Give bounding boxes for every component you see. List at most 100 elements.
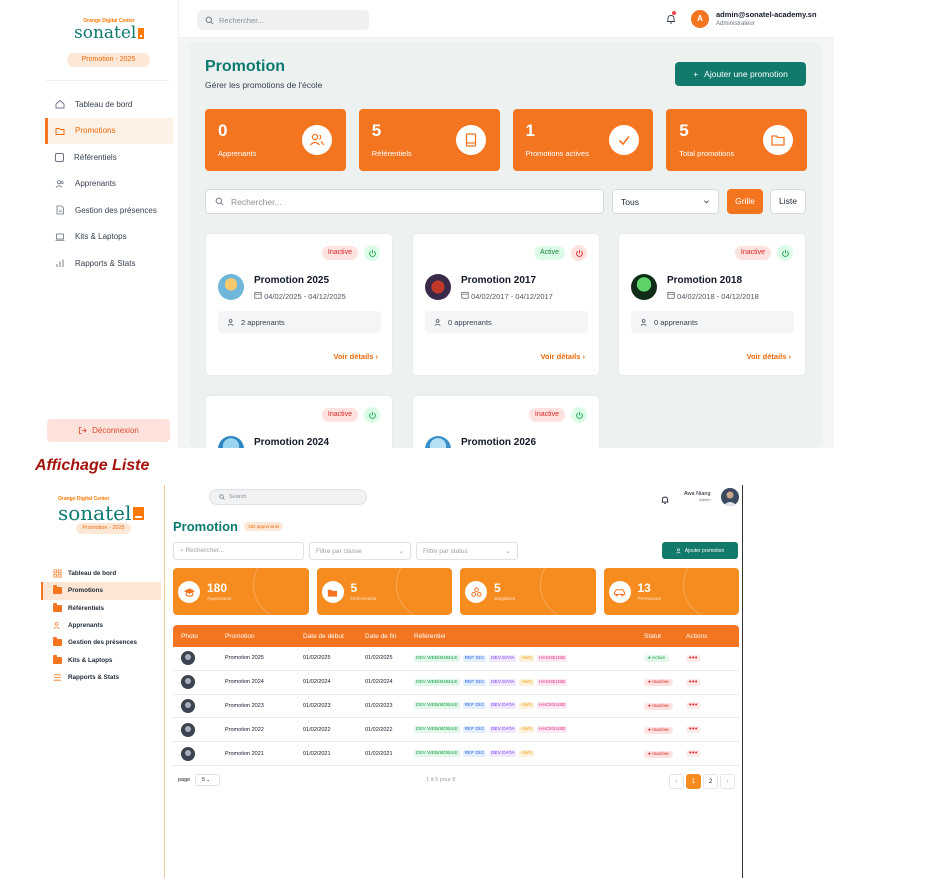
home-icon	[55, 100, 65, 109]
laptop-icon	[55, 233, 65, 241]
sidebar-item-rapports[interactable]: Rapports & Stats	[41, 669, 161, 686]
view-details-link[interactable]: Voir détails ›	[334, 352, 378, 361]
search-placeholder: Rechercher...	[231, 196, 282, 207]
promotion-card[interactable]: Active Promotion 2017 04/02/2017 - 04/12…	[412, 233, 600, 376]
view-details-link[interactable]: Voir détails ›	[747, 352, 791, 361]
list-view-toggle[interactable]: Liste	[770, 189, 806, 214]
power-toggle-button[interactable]	[571, 407, 587, 423]
sidebar-item-apprenants[interactable]: Apprenants	[41, 617, 161, 634]
bell-icon	[661, 496, 669, 504]
orange-logo-icon	[133, 506, 144, 520]
folder-icon	[321, 581, 344, 603]
more-actions-button[interactable]: •••	[686, 726, 701, 734]
sidebar-item-apprenants[interactable]: Apprenants	[45, 171, 173, 198]
stat-value: 5	[371, 121, 382, 140]
sidebar-item-label: Rapports & Stats	[68, 673, 120, 681]
promotion-card[interactable]: Inactive Promotion 2026	[412, 395, 600, 448]
power-toggle-button[interactable]	[364, 245, 380, 261]
user-info: Awa Niang Admin	[684, 491, 711, 502]
sidebar-item-promotions[interactable]: Promotions	[45, 117, 173, 144]
sidebar-item-presences[interactable]: Gestion des présences	[45, 197, 173, 224]
table-row[interactable]: Promotion 2022 01/02/2022 01/02/2022 DEV…	[173, 718, 739, 743]
referentiel-tag: HACKEUSE	[537, 678, 568, 686]
promotion-photo	[181, 675, 195, 690]
page-button-1[interactable]: 1	[686, 774, 701, 789]
search-input[interactable]: Search	[209, 489, 367, 505]
page-button-2[interactable]: 2	[703, 774, 718, 789]
referentiel-tags: DEV WEB/MOBILE REF DIG DEV DATA AWS HACK…	[414, 654, 644, 662]
sidebar-item-presences[interactable]: Gestion des présences	[41, 634, 161, 651]
sidebar-item-kits[interactable]: Kits & Laptops	[45, 224, 173, 251]
grid-view-toggle[interactable]: Grille	[727, 189, 763, 214]
promotion-card[interactable]: Inactive Promotion 2025 04/02/2025 - 04/…	[205, 233, 393, 376]
stat-label: Permanant	[637, 597, 661, 602]
sidebar-item-label: Gestion des présences	[68, 639, 137, 647]
promotion-photo	[218, 274, 244, 300]
table-row[interactable]: Promotion 2023 01/02/2023 01/02/2023 DEV…	[173, 694, 739, 719]
main-content: Promotion Gérer les promotions de l'écol…	[189, 42, 821, 448]
stats-row: 0 Apprenants 5 Référentiels 1 Promotions…	[205, 109, 807, 171]
start-date: 01/02/2022	[303, 726, 331, 733]
table-row[interactable]: Promotion 2025 01/02/2025 01/02/2025 DEV…	[173, 647, 739, 671]
promotion-name: Promotion 2023	[225, 702, 264, 709]
promotion-card[interactable]: Inactive Promotion 2024	[205, 395, 393, 448]
view-details-link[interactable]: Voir détails ›	[541, 352, 585, 361]
results-count: 1 à 5 pour 8	[426, 777, 456, 783]
more-actions-button[interactable]: •••	[686, 750, 701, 758]
referentiel-tags: DEV WEB/MOBILE REF DIG DEV DATA AWS HACK…	[414, 678, 644, 686]
sidebar-item-promotions[interactable]: Promotions	[41, 582, 161, 600]
user-photo-icon	[723, 491, 737, 506]
promotion-photo	[425, 436, 451, 448]
power-toggle-button[interactable]	[777, 245, 793, 261]
status-select[interactable]: Tous	[612, 189, 719, 214]
avatar[interactable]: A	[691, 10, 709, 28]
sidebar-item-referentiels[interactable]: Référentiels	[41, 600, 161, 617]
more-actions-button[interactable]: •••	[686, 678, 701, 686]
sidebar-item-dashboard[interactable]: Tableau de bord	[45, 91, 173, 118]
power-toggle-button[interactable]	[364, 407, 380, 423]
referentiel-tags: DEV WEB/MOBILE REF DIG DEV DATA AWS	[414, 750, 644, 758]
table-row[interactable]: Promotion 2021 01/02/2021 01/02/2021 DEV…	[173, 742, 739, 766]
logo: Orange Digital Center sonatel	[74, 18, 144, 48]
status-text: Inactive	[652, 727, 669, 733]
list-view-screenshot: Orange Digital Center sonatel Promotion …	[34, 485, 743, 878]
logout-button[interactable]: Déconnexion	[47, 419, 170, 442]
notification-bell-button[interactable]	[660, 492, 670, 504]
notification-bell-button[interactable]	[665, 11, 677, 24]
stats-row: 180 Apprenants 5 Referentiels 5 Stagiair…	[173, 568, 739, 615]
avatar[interactable]	[721, 488, 739, 506]
folder-icon	[53, 637, 62, 647]
promotion-name: Promotion 2025	[225, 655, 264, 662]
end-date: 01/02/2021	[365, 750, 393, 757]
search-promotion-input[interactable]: Rechercher...	[205, 189, 604, 214]
table-row[interactable]: Promotion 2024 01/02/2024 01/02/2024 DEV…	[173, 670, 739, 695]
sidebar: Orange Digital Center sonatel Promotion …	[34, 485, 165, 878]
sidebar-item-rapports[interactable]: Rapports & Stats	[45, 250, 173, 277]
more-actions-button[interactable]: •••	[686, 702, 701, 710]
more-actions-button[interactable]: •••	[686, 654, 701, 662]
search-placeholder: Search	[229, 494, 247, 500]
page-size-select[interactable]: 5 ⌄	[195, 774, 220, 786]
stat-value: 1	[525, 121, 535, 140]
status-badge: Inactive	[321, 408, 358, 422]
page-size-label: page	[178, 777, 191, 783]
table-header: Photo Promotion Date de début Date de fi…	[173, 625, 739, 647]
next-page-button[interactable]: ›	[720, 774, 735, 789]
class-filter-select[interactable]: Filtre par classe ⌄	[309, 542, 411, 560]
status-filter-select[interactable]: Filtre par status ⌄	[416, 542, 518, 560]
chevron-right-icon: ›	[375, 352, 379, 361]
previous-page-button[interactable]: ‹	[669, 774, 684, 789]
power-toggle-button[interactable]	[571, 245, 587, 261]
search-promotion-input[interactable]: ⌕ Rechercher...	[173, 542, 304, 560]
sidebar-item-referentiels[interactable]: Référentiels	[45, 144, 173, 171]
search-input[interactable]: Rechercher...	[197, 10, 369, 30]
sidebar-item-kits[interactable]: Kits & Laptops	[41, 651, 161, 668]
column-header: Promotion	[225, 632, 255, 640]
referentiel-tag: DEV DATA	[489, 726, 517, 734]
add-promotion-button[interactable]: + Ajouter une promotion	[675, 62, 806, 86]
logo-word: sonatel	[58, 501, 132, 525]
promotion-card[interactable]: Inactive Promotion 2018 04/02/2018 - 04/…	[618, 233, 806, 376]
sidebar-item-dashboard[interactable]: Tableau de bord	[41, 565, 161, 582]
add-promotion-button[interactable]: Ajouter promotion	[662, 542, 738, 559]
column-header: Photo	[181, 632, 198, 640]
